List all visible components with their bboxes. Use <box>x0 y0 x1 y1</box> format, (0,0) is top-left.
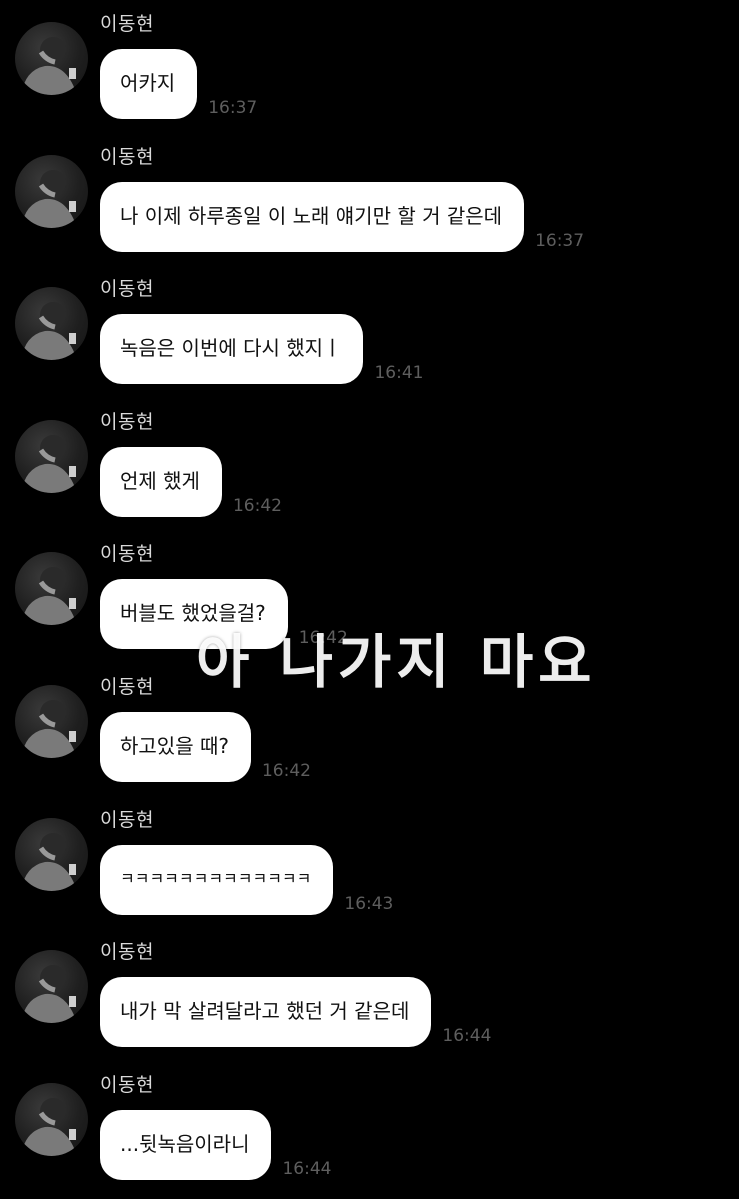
sender-name: 이동현 <box>100 13 154 35</box>
profile-photo-icon <box>21 302 77 360</box>
avatar[interactable] <box>15 22 88 95</box>
avatar[interactable] <box>15 685 88 758</box>
message-bubble[interactable]: 녹음은 이번에 다시 했지ㅣ <box>100 314 364 384</box>
message-bubble[interactable]: ...뒷녹음이라니 <box>100 1110 272 1180</box>
message-item: 이동현 어카지 16:37 <box>0 0 739 132</box>
avatar[interactable] <box>15 818 88 891</box>
message-bubble[interactable]: 언제 했게 <box>100 447 222 517</box>
sender-name: 이동현 <box>100 941 154 963</box>
sender-name: 이동현 <box>100 543 154 565</box>
sender-name: 이동현 <box>100 1074 154 1096</box>
profile-photo-icon <box>21 700 77 758</box>
message-timestamp: 16:37 <box>208 98 258 118</box>
sender-name: 이동현 <box>100 676 154 698</box>
avatar[interactable] <box>15 950 88 1023</box>
message-bubble[interactable]: 어카지 <box>100 49 198 119</box>
message-row: 언제 했게 16:42 <box>100 447 282 517</box>
message-bubble[interactable]: 내가 막 살려달라고 했던 거 같은데 <box>100 977 432 1047</box>
message-row: ㅋㅋㅋㅋㅋㅋㅋㅋㅋㅋㅋㅋㅋ 16:43 <box>100 845 393 915</box>
message-bubble[interactable]: 하고있을 때? <box>100 712 251 782</box>
message-item: 이동현 내가 막 살려달라고 했던 거 같은데 16:44 <box>0 928 739 1060</box>
message-item: 이동현 나 이제 하루종일 이 노래 얘기만 할 거 같은데 16:37 <box>0 133 739 265</box>
profile-photo-icon <box>21 1098 77 1156</box>
profile-photo-icon <box>21 170 77 228</box>
message-item: 이동현 ㅋㅋㅋㅋㅋㅋㅋㅋㅋㅋㅋㅋㅋ 16:43 <box>0 796 739 928</box>
chat-message-list[interactable]: 이동현 어카지 16:37 이동현 나 이제 하루종일 이 노래 얘기만 할 거… <box>0 0 739 1199</box>
sender-name: 이동현 <box>100 809 154 831</box>
message-timestamp: 16:42 <box>261 761 311 781</box>
avatar[interactable] <box>15 552 88 625</box>
avatar[interactable] <box>15 155 88 228</box>
overlay-caption: 아 나가지 마요 <box>196 628 597 696</box>
avatar[interactable] <box>15 420 88 493</box>
profile-photo-icon <box>21 435 77 493</box>
message-item: 이동현 언제 했게 16:42 <box>0 398 739 530</box>
message-row: ...뒷녹음이라니 16:44 <box>100 1110 331 1180</box>
message-timestamp: 16:43 <box>344 894 394 914</box>
message-row: 녹음은 이번에 다시 했지ㅣ 16:41 <box>100 314 423 384</box>
sender-name: 이동현 <box>100 278 154 300</box>
avatar[interactable] <box>15 287 88 360</box>
sender-name: 이동현 <box>100 411 154 433</box>
message-row: 하고있을 때? 16:42 <box>100 712 311 782</box>
message-bubble[interactable]: 나 이제 하루종일 이 노래 얘기만 할 거 같은데 <box>100 182 525 252</box>
message-row: 어카지 16:37 <box>100 49 257 119</box>
profile-photo-icon <box>21 833 77 891</box>
message-timestamp: 16:41 <box>374 363 424 383</box>
message-timestamp: 16:42 <box>232 496 282 516</box>
avatar[interactable] <box>15 1083 88 1156</box>
profile-photo-icon <box>21 965 77 1023</box>
message-item: 이동현 ...뒷녹음이라니 16:44 <box>0 1061 739 1193</box>
message-row: 내가 막 살려달라고 했던 거 같은데 16:44 <box>100 977 491 1047</box>
message-item: 이동현 녹음은 이번에 다시 했지ㅣ 16:41 <box>0 265 739 397</box>
message-timestamp: 16:37 <box>535 231 585 251</box>
profile-photo-icon <box>21 37 77 95</box>
message-timestamp: 16:44 <box>282 1159 332 1179</box>
profile-photo-icon <box>21 567 77 625</box>
message-bubble[interactable]: ㅋㅋㅋㅋㅋㅋㅋㅋㅋㅋㅋㅋㅋ <box>100 845 334 915</box>
sender-name: 이동현 <box>100 146 154 168</box>
message-row: 나 이제 하루종일 이 노래 얘기만 할 거 같은데 16:37 <box>100 182 584 252</box>
message-timestamp: 16:44 <box>442 1026 492 1046</box>
